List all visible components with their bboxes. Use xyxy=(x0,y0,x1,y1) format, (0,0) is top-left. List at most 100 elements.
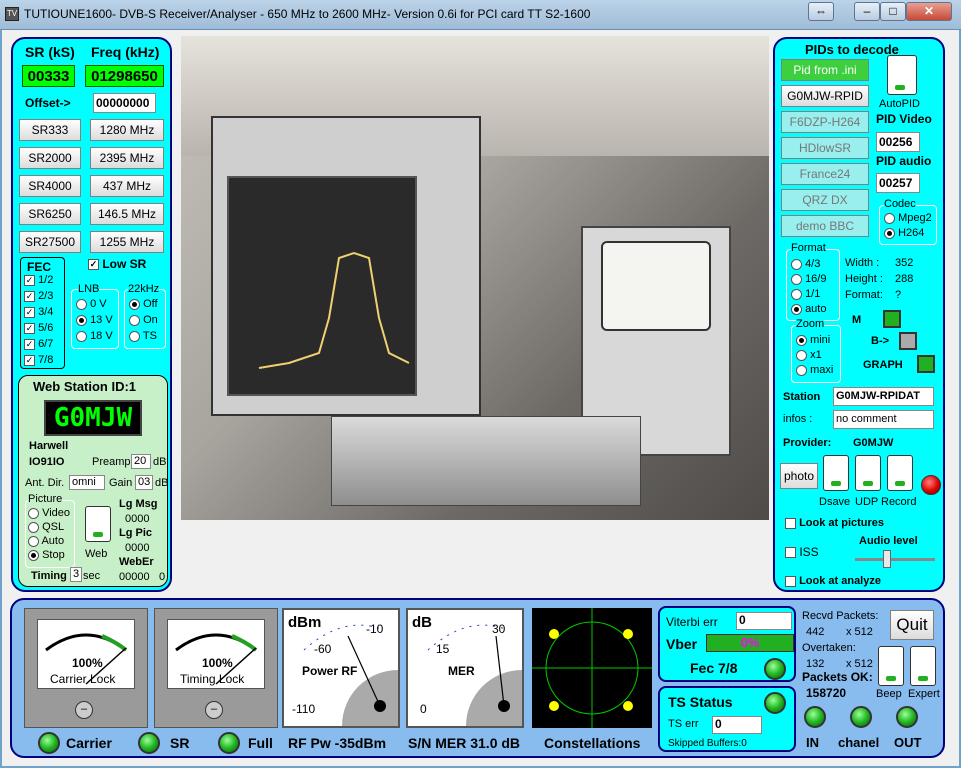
low-sr-checkbox[interactable]: ✓ Low SR xyxy=(88,257,146,271)
timing-lock-screw-icon: – xyxy=(205,701,223,719)
format-radio-3[interactable]: auto xyxy=(791,303,826,315)
picture-radio-2[interactable]: Auto xyxy=(28,535,64,547)
fec-group: FEC ✓ 1/2 ✓ 2/3 ✓ 3/4 ✓ 5/6 ✓ 6/7 ✓ 7/8 xyxy=(20,257,65,369)
zoom-radio-2[interactable]: maxi xyxy=(796,364,833,376)
khz-radio-1[interactable]: On xyxy=(129,314,158,326)
look-pictures-checkbox[interactable]: Look at pictures xyxy=(785,517,884,529)
zoom-radio-1[interactable]: x1 xyxy=(796,349,822,361)
sr-button-sr333[interactable]: SR333 xyxy=(19,119,81,141)
expert-toggle[interactable] xyxy=(910,646,936,686)
khz-radio-2[interactable]: TS xyxy=(129,330,157,342)
fec-checkbox-2[interactable]: ✓ 3/4 xyxy=(24,306,53,318)
lnb-radio-1[interactable]: 13 V xyxy=(76,314,113,326)
m-label: M xyxy=(852,314,862,326)
pid-audio-input[interactable]: 00257 xyxy=(876,173,920,193)
provider-label: Provider: xyxy=(783,437,832,449)
fec-checkbox-1[interactable]: ✓ 2/3 xyxy=(24,290,53,302)
freq-value-display[interactable]: 01298650 xyxy=(85,65,164,87)
picture-radio-1[interactable]: QSL xyxy=(28,521,64,533)
timing-input[interactable]: 3 xyxy=(70,567,82,582)
station-input[interactable]: G0MJW-RPIDAT xyxy=(833,387,934,406)
sr-button-sr6250[interactable]: SR6250 xyxy=(19,203,81,225)
fec-checkbox-3[interactable]: ✓ 5/6 xyxy=(24,322,53,334)
record-led xyxy=(921,475,941,495)
fec-checkbox-4[interactable]: ✓ 6/7 xyxy=(24,338,53,350)
infos-input[interactable]: no comment xyxy=(833,410,934,429)
picture-radio-3[interactable]: Stop xyxy=(28,549,65,561)
pid-button-0[interactable]: Pid from .ini xyxy=(781,59,869,81)
m-button[interactable] xyxy=(883,310,901,328)
fec-checkbox-5[interactable]: ✓ 7/8 xyxy=(24,354,53,366)
look-analyze-checkbox[interactable]: Look at analyze xyxy=(785,575,881,587)
close-button[interactable]: ✕ xyxy=(906,2,952,21)
codec-radio-1[interactable]: H264 xyxy=(884,227,924,239)
graph-button[interactable] xyxy=(917,355,935,373)
picture-group: Picture Video QSL Auto Stop xyxy=(25,493,75,568)
format-radio-2[interactable]: 1/1 xyxy=(791,288,820,300)
codec-radio-0[interactable]: Mpeg2 xyxy=(884,212,932,224)
lg-msg-value: 0000 xyxy=(125,513,150,525)
freq-header: Freq (kHz) xyxy=(91,44,160,60)
record-toggle[interactable] xyxy=(887,455,913,491)
autopid-toggle[interactable] xyxy=(887,55,917,95)
dsave-toggle[interactable] xyxy=(823,455,849,491)
pid-button-1[interactable]: G0MJW-RPID xyxy=(781,85,869,107)
freq-button-3[interactable]: 146.5 MHz xyxy=(90,203,164,225)
maximize-button[interactable]: □ xyxy=(880,2,906,21)
restore-arrows-button[interactable]: ⇔ xyxy=(808,2,834,21)
pid-button-6[interactable]: demo BBC xyxy=(781,215,869,237)
sr-button-sr4000[interactable]: SR4000 xyxy=(19,175,81,197)
lnb-radio-0[interactable]: 0 V xyxy=(76,298,107,310)
freq-button-2[interactable]: 437 MHz xyxy=(90,175,164,197)
freq-button-4[interactable]: 1255 MHz xyxy=(90,231,164,253)
format-radio-1[interactable]: 16/9 xyxy=(791,273,826,285)
fec-status: Fec 7/8 xyxy=(690,660,738,676)
width-label: Width : xyxy=(845,257,880,269)
khz-group: 22kHz Off On TS xyxy=(124,283,166,349)
audio-level-slider[interactable] xyxy=(883,550,891,568)
offset-input[interactable]: 00000000 xyxy=(93,93,156,113)
khz-radio-0[interactable]: Off xyxy=(129,298,158,310)
station-label: Station xyxy=(783,391,821,403)
video-display[interactable] xyxy=(181,36,769,520)
chanel-led xyxy=(850,706,872,728)
pid-video-input[interactable]: 00256 xyxy=(876,132,920,152)
pid-button-3[interactable]: HDlowSR xyxy=(781,137,869,159)
ant-dir-input[interactable]: omni xyxy=(69,475,105,490)
fec-checkbox-0[interactable]: ✓ 1/2 xyxy=(24,274,53,286)
callsign-display: G0MJW xyxy=(44,400,142,436)
udp-toggle[interactable] xyxy=(855,455,881,491)
b-button[interactable] xyxy=(899,332,917,350)
iss-checkbox[interactable]: ISS xyxy=(785,545,819,559)
gain-input[interactable]: 03 xyxy=(135,475,153,490)
pid-button-5[interactable]: QRZ DX xyxy=(781,189,869,211)
video-spectrum-trace xyxy=(258,251,410,369)
preamp-input[interactable]: 20 xyxy=(131,454,151,469)
photo-button[interactable]: photo xyxy=(780,463,818,489)
audio-level-track xyxy=(855,558,935,561)
lnb-radio-2[interactable]: 18 V xyxy=(76,330,113,342)
pid-button-4[interactable]: France24 xyxy=(781,163,869,185)
title-bar[interactable]: TV TUTIOUNE1600- DVB-S Receiver/Analyser… xyxy=(0,0,961,30)
zoom-radio-0[interactable]: mini xyxy=(796,334,830,346)
format-label: Format xyxy=(791,242,826,254)
beep-toggle[interactable] xyxy=(878,646,904,686)
sr-button-sr27500[interactable]: SR27500 xyxy=(19,231,81,253)
web-toggle[interactable] xyxy=(85,506,111,542)
carrier-lock-name: Carrier Lock xyxy=(50,672,116,686)
minimize-button[interactable]: – xyxy=(854,2,880,21)
freq-button-0[interactable]: 1280 MHz xyxy=(90,119,164,141)
quit-button[interactable]: Quit xyxy=(890,610,934,640)
sr-button-sr2000[interactable]: SR2000 xyxy=(19,147,81,169)
app-icon[interactable]: TV xyxy=(5,7,19,21)
recvd-x512: x 512 xyxy=(846,626,873,638)
sn-mer-label: S/N MER 31.0 dB xyxy=(408,735,521,751)
location-label: Harwell xyxy=(29,440,69,452)
format-radio-0[interactable]: 4/3 xyxy=(791,258,820,270)
sr-value-display[interactable]: 00333 xyxy=(22,65,75,87)
pid-button-2[interactable]: F6DZP-H264 xyxy=(781,111,869,133)
freq-button-1[interactable]: 2395 MHz xyxy=(90,147,164,169)
viterbi-value: 0 xyxy=(736,612,792,630)
vber-bar: 0% xyxy=(706,634,794,652)
picture-radio-0[interactable]: Video xyxy=(28,507,70,519)
